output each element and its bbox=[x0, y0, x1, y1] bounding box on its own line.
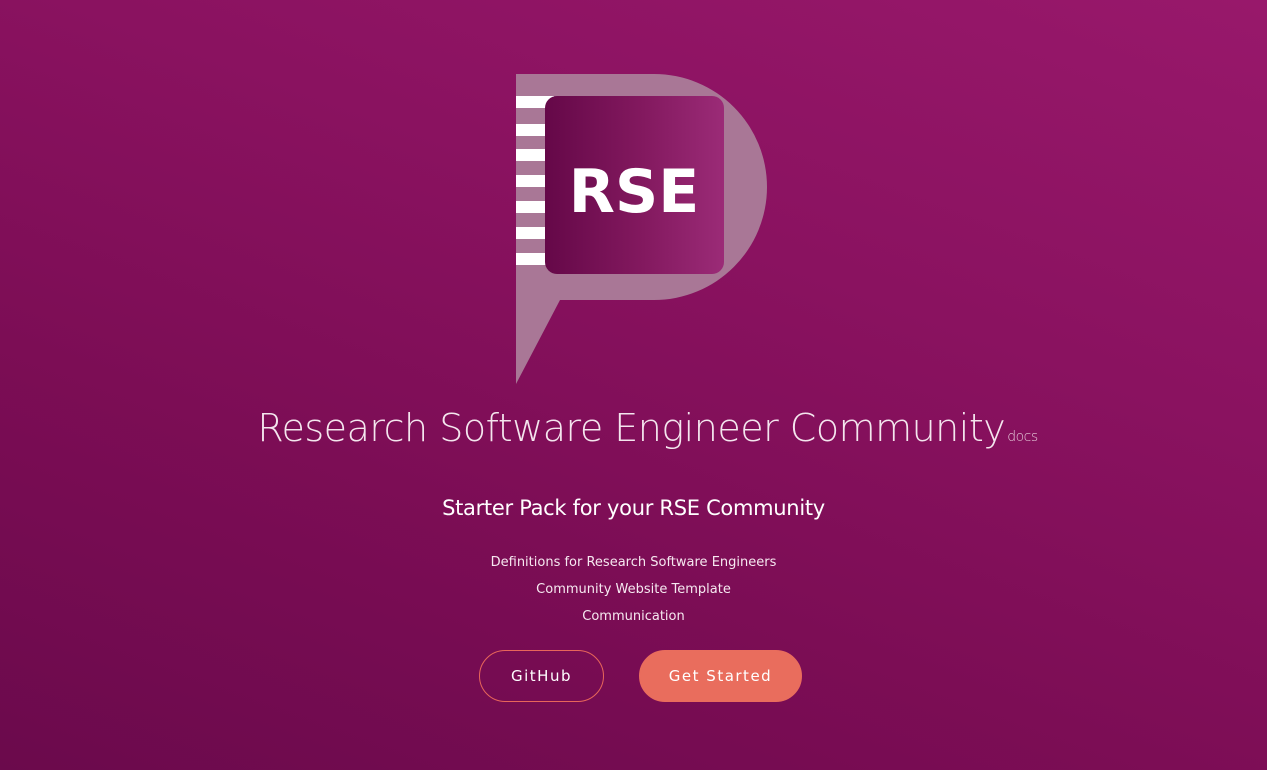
github-button[interactable]: GitHub bbox=[479, 650, 604, 702]
get-started-button[interactable]: Get Started bbox=[639, 650, 802, 702]
tagline: Starter Pack for your RSE Community bbox=[442, 496, 825, 520]
feature-item-definitions: Definitions for Research Software Engine… bbox=[490, 555, 777, 570]
page-title-text: Research Software Engineer Community bbox=[257, 406, 1006, 450]
logo-text: RSE bbox=[569, 157, 699, 227]
docs-label: docs bbox=[1007, 429, 1038, 445]
feature-item-communication: Communication bbox=[582, 609, 685, 624]
feature-list: Definitions for Research Software Engine… bbox=[0, 549, 1267, 630]
page-title-wrap: Research Software Engineer Community docs bbox=[0, 406, 1267, 450]
feature-item-website-template: Community Website Template bbox=[536, 582, 731, 597]
page-title: Research Software Engineer Community docs bbox=[257, 406, 1038, 450]
rse-logo: RSE bbox=[516, 74, 767, 384]
hero-section: RSE Research Software Engineer Community… bbox=[0, 0, 1267, 770]
